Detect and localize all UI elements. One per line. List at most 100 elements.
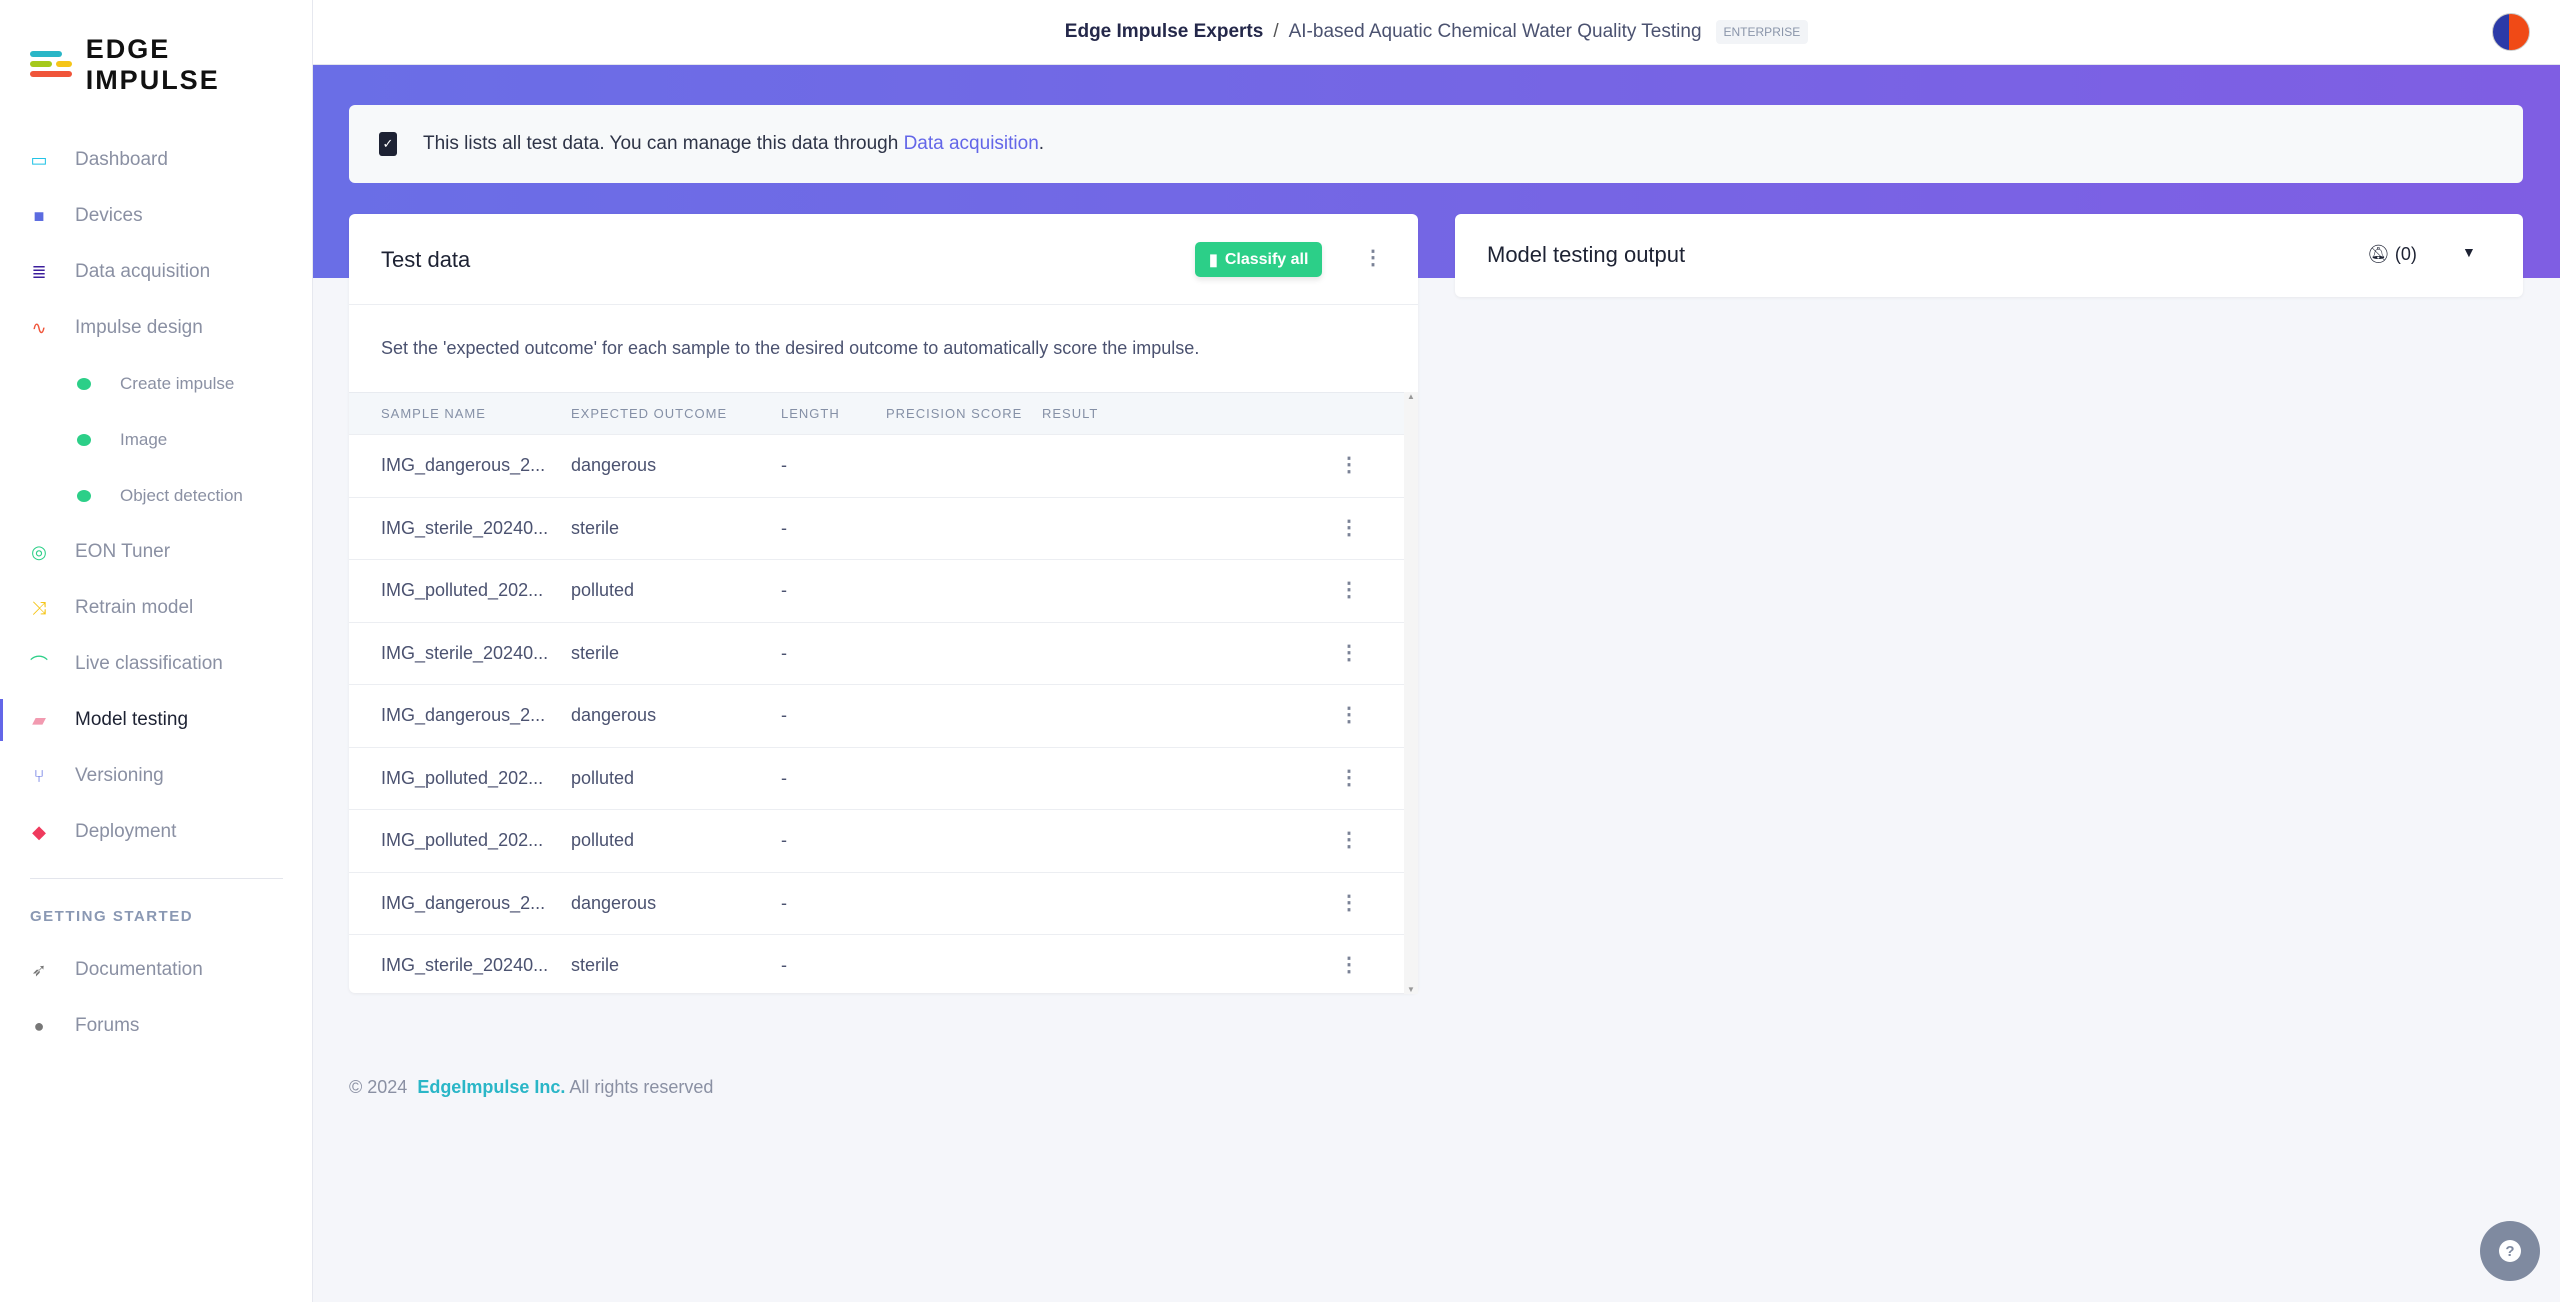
sidebar-item-impulse-design[interactable]: ∿ Impulse design: [0, 303, 312, 353]
notifications-toggle[interactable]: 🔕︎ (0): [2367, 244, 2417, 265]
card-divider: [349, 304, 1418, 305]
table-row[interactable]: IMG_polluted_202... polluted - ⋮: [349, 809, 1404, 872]
sidebar-item-live-classification[interactable]: ⌒ Live classification: [0, 639, 312, 689]
sidebar-item-versioning[interactable]: ⑂ Versioning: [0, 751, 312, 801]
sidebar-item-label: EON Tuner: [75, 541, 171, 562]
column-header[interactable]: EXPECTED OUTCOME: [571, 406, 727, 421]
table-row[interactable]: IMG_polluted_202... polluted - ⋮: [349, 559, 1404, 622]
question-icon: ?: [2499, 1240, 2521, 1262]
row-menu-icon[interactable]: ⋮: [1339, 580, 1359, 600]
help-button[interactable]: ?: [2480, 1221, 2540, 1281]
bezier-icon: ⌒: [30, 655, 48, 675]
classify-all-button[interactable]: ▮ Classify all: [1195, 242, 1323, 277]
breadcrumb-org[interactable]: Edge Impulse Experts: [1065, 21, 1264, 43]
length: -: [781, 892, 787, 913]
length: -: [781, 830, 787, 851]
company-link[interactable]: EdgeImpulse Inc.: [417, 1077, 565, 1097]
expected-outcome: sterile: [571, 955, 620, 976]
info-text: This lists all test data. You can manage…: [423, 133, 899, 154]
logo[interactable]: EDGE IMPULSE: [30, 34, 312, 96]
rights-text: All rights reserved: [569, 1077, 714, 1097]
sidebar-link-documentation[interactable]: ➶ Documentation: [0, 945, 312, 995]
row-menu-icon[interactable]: ⋮: [1339, 705, 1359, 725]
sample-name: IMG_sterile_20240...: [381, 517, 549, 538]
sample-name: IMG_polluted_202...: [381, 580, 544, 601]
length: -: [781, 767, 787, 788]
comments-icon: ●: [33, 1015, 45, 1036]
table-row[interactable]: IMG_dangerous_2... dangerous - ⋮: [349, 684, 1404, 747]
column-header[interactable]: RESULT: [1042, 406, 1098, 421]
sidebar-item-object-detection[interactable]: Object detection: [0, 471, 312, 521]
expected-outcome: sterile: [571, 517, 620, 538]
sidebar-item-dashboard[interactable]: ▭ Dashboard: [0, 135, 312, 185]
info-suffix: .: [1038, 133, 1045, 154]
section-heading: GETTING STARTED: [30, 908, 194, 925]
column-header[interactable]: SAMPLE NAME: [381, 406, 486, 421]
avatar[interactable]: [2492, 13, 2530, 51]
sidebar-link-forums[interactable]: ● Forums: [0, 1001, 312, 1051]
row-menu-icon[interactable]: ⋮: [1339, 518, 1359, 538]
sidebar-item-label: Devices: [75, 205, 143, 226]
sidebar-item-eon-tuner[interactable]: ◎ EON Tuner: [0, 527, 312, 577]
sidebar-item-label: Impulse design: [75, 317, 203, 338]
data-acquisition-link[interactable]: Data acquisition: [904, 133, 1039, 155]
sidebar-link-label: Forums: [75, 1015, 140, 1036]
sidebar-item-retrain-model[interactable]: ⤨ Retrain model: [0, 583, 312, 633]
breadcrumb-project[interactable]: AI-based Aquatic Chemical Water Quality …: [1289, 21, 1702, 43]
card-title: Test data: [381, 247, 471, 272]
column-header[interactable]: PRECISION SCORE: [886, 406, 1022, 421]
table-row[interactable]: IMG_sterile_20240... sterile - ⋮: [349, 496, 1404, 560]
pulse-icon: ∿: [31, 317, 47, 338]
length: -: [781, 455, 787, 476]
sample-name: IMG_polluted_202...: [381, 767, 544, 788]
card-title: Model testing output: [1487, 242, 1686, 267]
classify-all-label: Classify all: [1224, 250, 1309, 268]
table-row[interactable]: IMG_dangerous_2... dangerous - ⋮: [349, 434, 1404, 497]
table-row[interactable]: IMG_sterile_20240... sterile - ⋮: [349, 621, 1404, 685]
rocket-icon: ➶: [31, 959, 47, 980]
sidebar-item-create-impulse[interactable]: Create impulse: [0, 359, 312, 409]
shuffle-icon: ⤨: [31, 597, 47, 618]
top-bar: Edge Impulse Experts / AI-based Aquatic …: [313, 0, 2560, 65]
sidebar-item-devices[interactable]: ■ Devices: [0, 191, 312, 241]
table-scrollbar[interactable]: ▲ ▼: [1404, 392, 1418, 994]
sample-name: IMG_dangerous_2...: [381, 705, 546, 726]
footer: © 2024 EdgeImpulse Inc. All rights reserve…: [349, 1077, 713, 1098]
monitor-icon: ▭: [30, 149, 48, 170]
table-header: SAMPLE NAME EXPECTED OUTCOME LENGTH PREC…: [349, 392, 1404, 434]
row-menu-icon[interactable]: ⋮: [1339, 768, 1359, 788]
row-menu-icon[interactable]: ⋮: [1339, 893, 1359, 913]
more-options-icon[interactable]: ⋮: [1363, 248, 1383, 268]
sidebar-item-data-acquisition[interactable]: ≣ Data acquisition: [0, 247, 312, 297]
row-menu-icon[interactable]: ⋮: [1339, 455, 1359, 475]
row-menu-icon[interactable]: ⋮: [1339, 830, 1359, 850]
sidebar-item-image[interactable]: Image: [0, 415, 312, 465]
clipboard-icon: ▮: [1209, 251, 1218, 269]
sidebar-item-model-testing[interactable]: ▰ Model testing: [0, 695, 312, 745]
sidebar-item-deployment[interactable]: ◆ Deployment: [0, 807, 312, 857]
expected-outcome: dangerous: [571, 892, 657, 913]
sample-name: IMG_dangerous_2...: [381, 455, 546, 476]
notification-count: (0): [2394, 244, 2417, 264]
table-row[interactable]: IMG_polluted_202... polluted - ⋮: [349, 746, 1404, 810]
expected-outcome: dangerous: [571, 705, 657, 726]
sidebar-link-label: Documentation: [75, 959, 203, 980]
sidebar-item-label: Create impulse: [120, 374, 235, 393]
sidebar-item-label: Object detection: [120, 486, 243, 505]
sample-name: IMG_sterile_20240...: [381, 642, 549, 663]
row-menu-icon[interactable]: ⋮: [1339, 955, 1359, 975]
row-menu-icon[interactable]: ⋮: [1339, 643, 1359, 663]
breadcrumb-separator: /: [1273, 21, 1279, 42]
chip-icon: ■: [33, 205, 45, 226]
description: Set the 'expected outcome' for each samp…: [381, 338, 1200, 358]
caret-down-icon[interactable]: ▼: [2462, 244, 2476, 260]
sidebar-divider: [30, 878, 283, 879]
column-header[interactable]: LENGTH: [781, 406, 840, 421]
table-row[interactable]: IMG_sterile_20240... sterile - ⋮: [349, 934, 1404, 997]
test-data-card: Test data ▮ Classify all ⋮ Set the 'expec…: [349, 214, 1418, 994]
box-icon: ◆: [32, 821, 46, 842]
info-box: ✓ This lists all test data. You can mana…: [349, 105, 2523, 183]
status-dot-icon: [77, 434, 91, 446]
table-row[interactable]: IMG_dangerous_2... dangerous - ⋮: [349, 871, 1404, 935]
expected-outcome: polluted: [571, 830, 635, 851]
